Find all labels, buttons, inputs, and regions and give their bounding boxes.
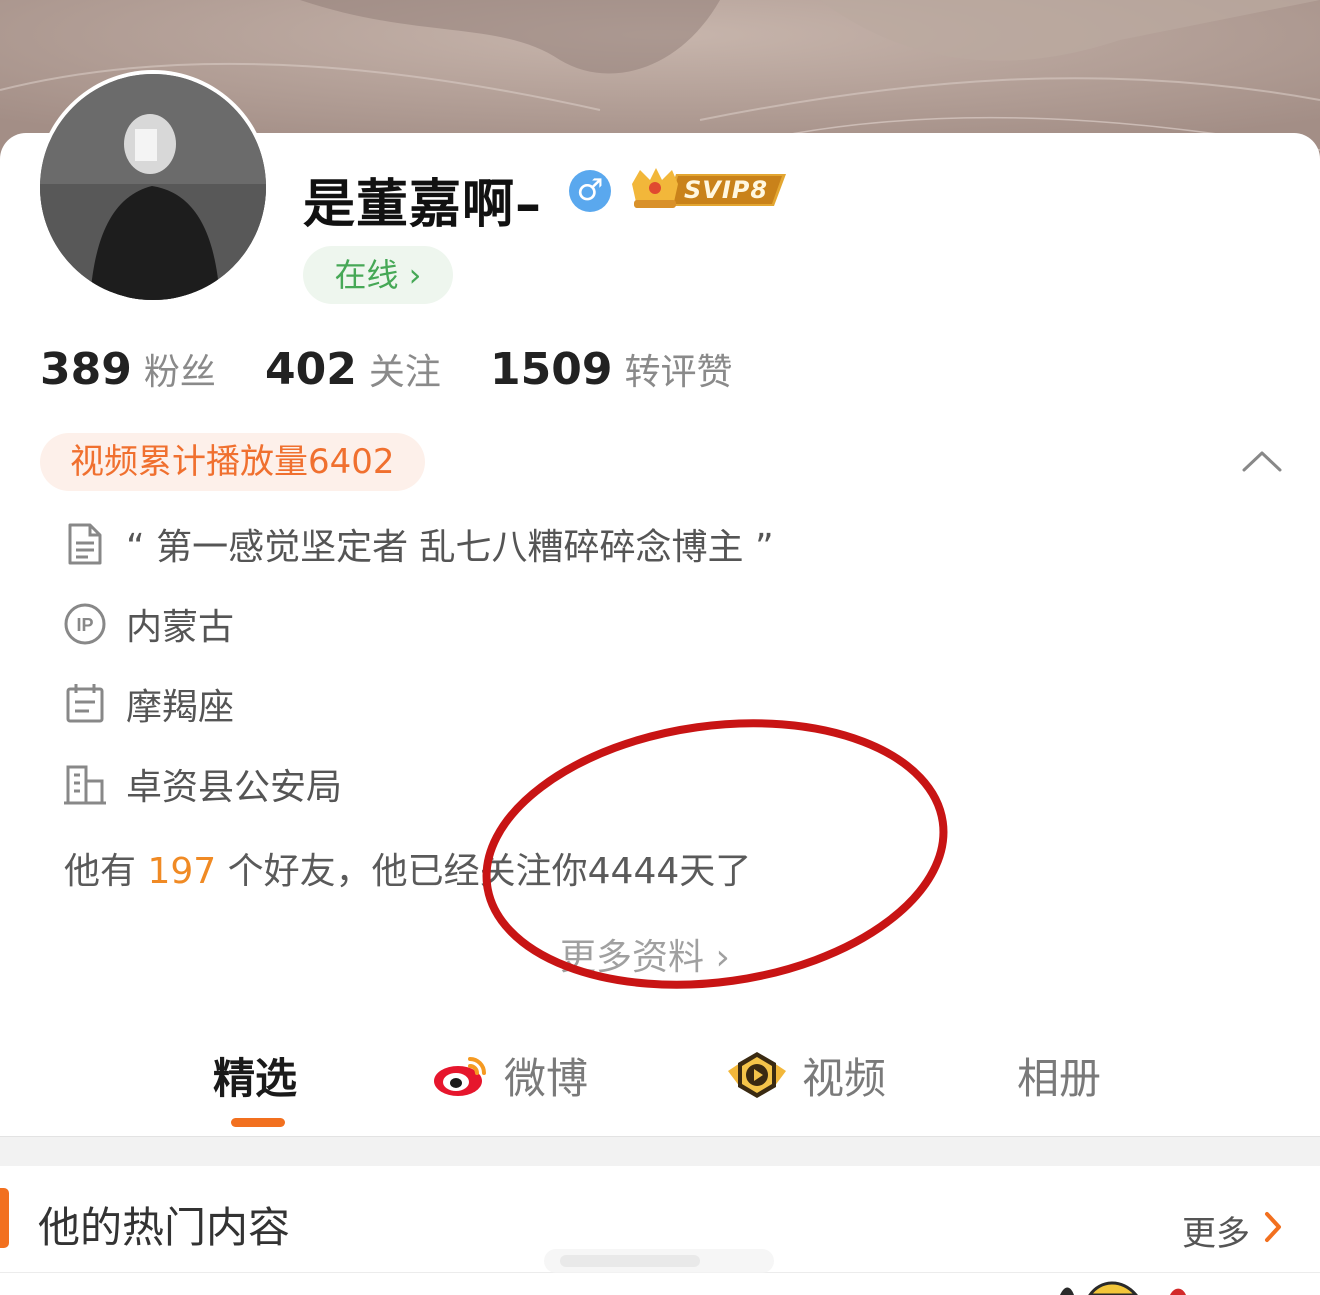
online-status-button[interactable]: 在线 › [303, 246, 453, 304]
chevron-right-icon[interactable] [1262, 1210, 1284, 1244]
active-tab-indicator [231, 1118, 285, 1127]
tab-album[interactable]: 相册 [1017, 1040, 1101, 1110]
zodiac-row: 摩羯座 [62, 681, 235, 728]
avatar[interactable] [36, 70, 270, 304]
stat-fans-count: 389 [40, 344, 132, 395]
stat-following-label: 关注 [368, 352, 441, 393]
document-icon [68, 523, 102, 565]
tab-album-label: 相册 [1017, 1053, 1102, 1103]
tab-video[interactable]: 视频 [726, 1040, 886, 1110]
gender-male-icon: ♂ [569, 170, 611, 212]
watermark [544, 1249, 774, 1273]
section-accent-bar [0, 1188, 9, 1248]
vip-label: SVIP8 [684, 176, 769, 204]
annotation-circle [482, 719, 948, 989]
hot-content-title: 他的热门内容 [38, 1203, 291, 1252]
friends-count[interactable]: 197 [147, 851, 216, 892]
work-row: 卓资县公安局 [62, 761, 343, 808]
building-icon [64, 765, 106, 805]
bio-row: “ 第一感觉坚定者 乱七八糟碎碎念博主 ” [62, 521, 774, 568]
hot-more-link[interactable]: 更多 [1182, 1206, 1250, 1255]
calendar-icon [66, 684, 104, 723]
chevron-up-icon[interactable] [1240, 448, 1284, 474]
stat-interactions-label: 转评赞 [624, 352, 733, 393]
stat-fans-label: 粉丝 [143, 352, 216, 393]
weibo-icon [434, 1057, 486, 1096]
ip-location-text: 内蒙古 [126, 607, 235, 648]
sticker-image [1060, 1281, 1186, 1295]
stat-interactions-count: 1509 [490, 344, 613, 395]
svg-text:IP: IP [76, 615, 93, 635]
zodiac-text: 摩羯座 [126, 687, 235, 728]
tab-weibo-label: 微博 [504, 1053, 589, 1103]
stat-fans[interactable]: 389 粉丝 [40, 343, 216, 395]
stat-following[interactable]: 402 关注 [265, 343, 441, 395]
tab-video-label: 视频 [802, 1053, 887, 1103]
ip-icon: IP [64, 603, 106, 645]
bio-text: “ 第一感觉坚定者 乱七八糟碎碎念博主 ” [126, 527, 774, 568]
ip-row: IP 内蒙古 [62, 601, 235, 648]
tab-featured[interactable]: 精选 [213, 1040, 297, 1110]
tab-weibo[interactable]: 微博 [432, 1040, 588, 1110]
section-divider [0, 1136, 1320, 1167]
friends-prefix: 他有 [64, 851, 137, 892]
stat-interactions[interactable]: 1509 转评赞 [490, 343, 732, 395]
video-icon [728, 1052, 786, 1098]
video-views-badge[interactable]: 视频累计播放量6402 [40, 433, 425, 491]
username: 是董嘉啊– [303, 175, 543, 235]
stat-following-count: 402 [265, 344, 357, 395]
work-text: 卓资县公安局 [126, 767, 343, 808]
tab-featured-label: 精选 [213, 1053, 298, 1103]
